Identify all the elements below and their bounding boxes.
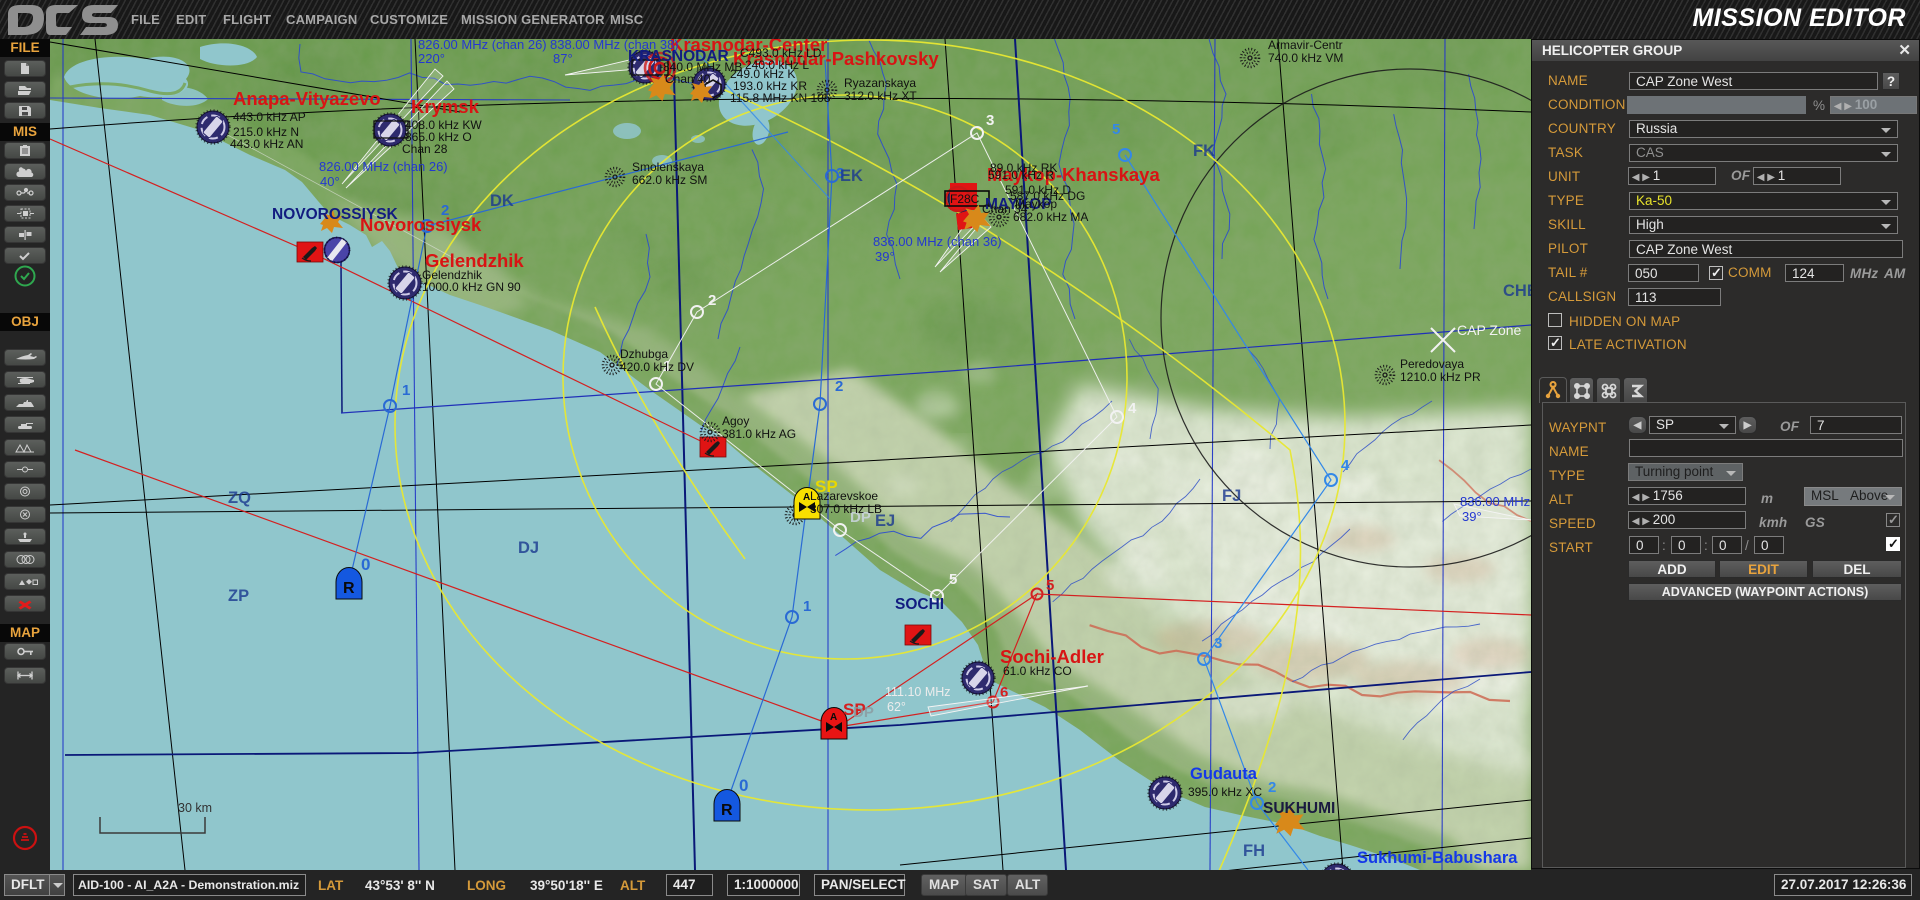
svg-text:740.0 kHz VM: 740.0 kHz VM bbox=[1268, 51, 1343, 65]
svg-text:62°: 62° bbox=[887, 700, 906, 714]
svg-text:2: 2 bbox=[1268, 779, 1276, 796]
svg-text:1000.0 kHz GN 90: 1000.0 kHz GN 90 bbox=[422, 280, 521, 294]
svg-text:R: R bbox=[343, 580, 355, 597]
svg-text:1: 1 bbox=[803, 598, 811, 615]
svg-text:SUKHUMI: SUKHUMI bbox=[1263, 800, 1335, 817]
svg-text:DK: DK bbox=[490, 192, 514, 210]
svg-text:1210.0 kHz PR: 1210.0 kHz PR bbox=[1400, 370, 1481, 384]
svg-text:443.0 kHz AP: 443.0 kHz AP bbox=[233, 110, 306, 124]
svg-text:381.0 kHz AG: 381.0 kHz AG bbox=[722, 427, 796, 441]
svg-text:115.8 MHz KN 105: 115.8 MHz KN 105 bbox=[730, 91, 831, 105]
svg-text:R: R bbox=[721, 802, 733, 819]
svg-text:111.10 MHz: 111.10 MHz bbox=[885, 685, 951, 699]
svg-text:Chan 40: Chan 40 bbox=[665, 72, 711, 86]
svg-text:5: 5 bbox=[1112, 121, 1120, 138]
svg-text:420.0 kHz DV: 420.0 kHz DV bbox=[620, 360, 694, 374]
svg-text:CHE: CHE bbox=[1503, 282, 1531, 300]
svg-text:Agoy: Agoy bbox=[722, 414, 749, 428]
svg-text:DP: DP bbox=[853, 704, 874, 721]
svg-text:SOCHI: SOCHI bbox=[895, 596, 944, 613]
svg-text:836.00 MHz (c: 836.00 MHz (c bbox=[1460, 494, 1531, 509]
svg-text:2: 2 bbox=[835, 378, 843, 395]
svg-text:3: 3 bbox=[1214, 635, 1222, 652]
svg-text:240.0 kHz L: 240.0 kHz L bbox=[745, 58, 809, 72]
svg-text:DJ: DJ bbox=[518, 539, 539, 557]
svg-text:2: 2 bbox=[708, 292, 716, 309]
svg-text:591.0 kHz R: 591.0 kHz R bbox=[988, 168, 1054, 182]
svg-text:826.00 MHz (chan 26): 826.00 MHz (chan 26) bbox=[319, 159, 448, 174]
svg-text:FH: FH bbox=[1243, 842, 1265, 860]
svg-text:Gudauta: Gudauta bbox=[1190, 765, 1258, 783]
svg-text:61.0 kHz CO: 61.0 kHz CO bbox=[1003, 664, 1072, 678]
svg-text:836.00 MHz (chan 36): 836.00 MHz (chan 36) bbox=[873, 234, 1002, 249]
svg-text:Chan 28: Chan 28 bbox=[402, 142, 448, 156]
svg-text:F28C: F28C bbox=[950, 192, 980, 206]
svg-text:30 km: 30 km bbox=[178, 801, 212, 815]
svg-text:Chan 34: Chan 34 bbox=[982, 202, 1028, 216]
svg-text:CAP Zone: CAP Zone bbox=[1457, 322, 1522, 338]
svg-text:443.0 kHz AN: 443.0 kHz AN bbox=[230, 137, 303, 151]
svg-text:Dzhubga: Dzhubga bbox=[620, 347, 668, 361]
svg-text:NOVOROSSIYSK: NOVOROSSIYSK bbox=[272, 206, 399, 223]
svg-text:ZQ: ZQ bbox=[228, 489, 251, 507]
svg-text:587.0 kHz DG: 587.0 kHz DG bbox=[1010, 189, 1085, 203]
svg-text:FJ: FJ bbox=[1222, 487, 1241, 505]
svg-text:A: A bbox=[830, 712, 837, 723]
svg-text:Smolenskaya: Smolenskaya bbox=[632, 160, 704, 174]
svg-text:ZP: ZP bbox=[228, 587, 249, 605]
svg-text:Sukhumi-Babushara: Sukhumi-Babushara bbox=[1357, 849, 1518, 867]
svg-text:4: 4 bbox=[1128, 400, 1137, 417]
svg-text:40°: 40° bbox=[320, 174, 340, 189]
svg-text:39°: 39° bbox=[1462, 509, 1482, 524]
svg-text:1: 1 bbox=[402, 382, 410, 399]
svg-text:395.0 kHz XC: 395.0 kHz XC bbox=[1188, 785, 1262, 799]
svg-text:5: 5 bbox=[1046, 577, 1054, 594]
svg-text:Anapa-Vityazevo: Anapa-Vityazevo bbox=[233, 88, 381, 109]
svg-text:87°: 87° bbox=[553, 51, 573, 66]
svg-text:FK: FK bbox=[1193, 142, 1215, 160]
svg-text:Krymsk: Krymsk bbox=[411, 96, 480, 117]
svg-text:5: 5 bbox=[949, 571, 957, 588]
svg-text:312.0 kHz XT: 312.0 kHz XT bbox=[844, 89, 917, 103]
svg-text:Lazarevskoe: Lazarevskoe bbox=[810, 489, 878, 503]
svg-text:3: 3 bbox=[986, 112, 994, 129]
svg-text:0: 0 bbox=[739, 776, 748, 795]
svg-text:EK: EK bbox=[840, 167, 863, 185]
svg-text:39°: 39° bbox=[875, 249, 895, 264]
svg-text:662.0 kHz SM: 662.0 kHz SM bbox=[632, 173, 707, 187]
svg-text:Peredovaya: Peredovaya bbox=[1400, 357, 1464, 371]
svg-text:307.0 kHz LB: 307.0 kHz LB bbox=[810, 502, 882, 516]
svg-text:4: 4 bbox=[1341, 457, 1350, 474]
svg-text:220°: 220° bbox=[418, 51, 445, 66]
svg-text:0: 0 bbox=[361, 555, 370, 574]
svg-text:Ryazanskaya: Ryazanskaya bbox=[844, 76, 916, 90]
